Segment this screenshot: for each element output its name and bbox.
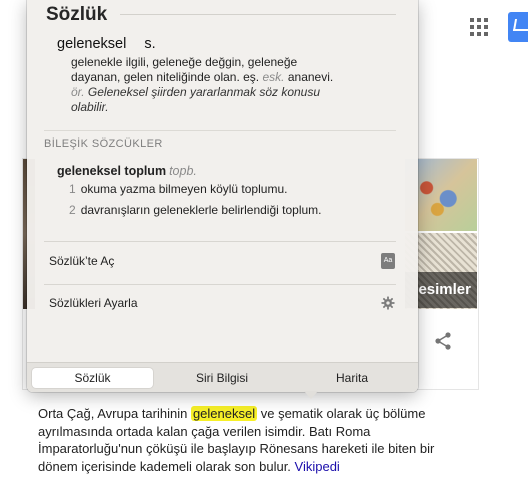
- definition-line-1: gelenekle ilgili, geleneğe değgin, gelen…: [71, 55, 298, 69]
- share-icon[interactable]: [433, 331, 453, 351]
- definition-text: dayanan, gelen niteliğinde olan. eş.: [71, 70, 260, 84]
- menu-divider: [44, 241, 396, 242]
- compound-sense: 2 davranışların geleneklerle belirlendiği…: [69, 200, 402, 220]
- open-in-dictionary-item[interactable]: Sözlük’te Aç Aa: [49, 250, 399, 272]
- tab-siri-knowledge[interactable]: Siri Bilgisi: [157, 368, 287, 388]
- highlighted-word: geleneksel: [190, 406, 258, 421]
- example-text: Geleneksel şiirden yararlanmak söz konus…: [87, 85, 321, 99]
- title-divider: [120, 14, 396, 15]
- wikipedia-link[interactable]: Vikipedi: [295, 459, 340, 474]
- sense-text: okuma yazma bilmeyen köylü toplumu.: [80, 182, 288, 196]
- compound-word: geleneksel toplum: [57, 164, 167, 178]
- definition: gelenekle ilgili, geleneğe değgin, gelen…: [71, 55, 402, 85]
- sense-text: davranışların geleneklerle belirlendiği …: [80, 203, 322, 217]
- description-text: Orta Çağ, Avrupa tarihinin geleneksel ve…: [38, 405, 458, 475]
- tab-maps[interactable]: Harita: [291, 368, 413, 388]
- dictionary-settings-label: Sözlükleri Ayarla: [49, 296, 138, 310]
- definition-line-2: dayanan, gelen niteliğinde olan. eş. esk…: [71, 70, 402, 85]
- headword: geleneksel: [57, 36, 127, 52]
- example-line-1: ör. Geleneksel şiirden yararlanmak söz k…: [71, 85, 402, 100]
- open-in-dictionary-label: Sözlük’te Aç: [49, 254, 115, 268]
- headword-line: geleneksel s.: [57, 36, 402, 52]
- dictionary-entry: geleneksel s. gelenekle ilgili, geleneğe …: [57, 36, 402, 115]
- compound-entry: geleneksel toplum topb. 1 okuma yazma bilm…: [57, 164, 402, 220]
- sense-number: 2: [69, 203, 76, 217]
- apps-grid-icon[interactable]: [470, 18, 488, 36]
- part-of-speech: s.: [144, 36, 156, 52]
- compound-word-line: geleneksel toplum topb.: [57, 164, 402, 178]
- archaic-abbr: esk.: [262, 70, 285, 84]
- compound-section-title: BİLEŞİK SÖZCÜKLER: [44, 138, 163, 150]
- example-line-2: olabilir.: [71, 100, 109, 114]
- sense-number: 1: [69, 182, 76, 196]
- compound-sense: 1 okuma yazma bilmeyen köylü toplumu.: [69, 178, 402, 200]
- synonym: ananevi.: [287, 70, 334, 84]
- example-sentence: ör. Geleneksel şiirden yararlanmak söz k…: [71, 85, 402, 115]
- section-divider: [44, 130, 396, 131]
- example-abbr: ör.: [71, 85, 85, 99]
- dictionary-popover: Sözlük geleneksel s. gelenekle ilgili, ge…: [27, 0, 418, 392]
- sign-in-icon: [512, 19, 528, 31]
- sign-in-button[interactable]: [508, 12, 528, 42]
- compound-tag: topb.: [169, 164, 197, 178]
- dictionary-settings-item[interactable]: Sözlükleri Ayarla: [49, 292, 399, 314]
- popover-pointer: [304, 391, 318, 399]
- popover-tab-bar: Sözlük Siri Bilgisi Harita: [27, 362, 418, 392]
- tab-dictionary[interactable]: Sözlük: [32, 368, 153, 388]
- menu-divider: [44, 284, 396, 285]
- popover-title: Sözlük: [46, 4, 108, 25]
- dictionary-book-icon: Aa: [381, 253, 395, 269]
- gear-icon: [381, 296, 395, 310]
- description-part1: Orta Çağ, Avrupa tarihinin: [38, 406, 191, 421]
